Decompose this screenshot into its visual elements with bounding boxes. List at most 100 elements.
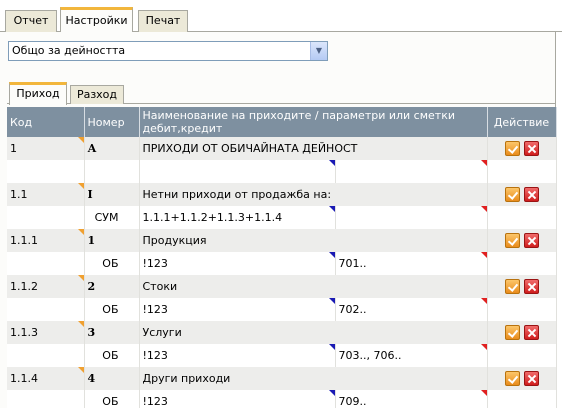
subrow-code	[7, 298, 85, 321]
table-subrow: ОБ !123 701..	[7, 252, 557, 275]
subrow-type: ОБ	[84, 344, 140, 367]
chevron-down-icon[interactable]: ▼	[310, 42, 327, 60]
subrow-type: СУМ	[84, 206, 140, 229]
subrow-actions	[487, 298, 557, 321]
edit-marker	[77, 229, 84, 235]
row-name[interactable]: Стоки	[139, 275, 488, 298]
row-number[interactable]: I	[84, 183, 140, 206]
debit-field[interactable]: 1.1.1+1.1.2+1.1.3+1.1.4	[140, 206, 336, 229]
income-table: Код Номер Наименование на приходите / па…	[7, 107, 557, 408]
debit-field[interactable]: !123	[140, 344, 336, 367]
checkmark-icon[interactable]	[504, 371, 520, 386]
credit-marker	[480, 252, 487, 258]
subrow-type	[84, 160, 140, 183]
row-number[interactable]: А	[84, 137, 140, 160]
column-header-code: Код	[7, 107, 85, 137]
close-icon[interactable]	[523, 279, 539, 294]
top-tab-bar: Отчет Настройки Печат	[0, 0, 562, 33]
row-actions	[487, 183, 557, 206]
debit-marker	[328, 160, 335, 166]
table-row: 1.1.1 1 Продукция	[7, 229, 557, 252]
column-header-number: Номер	[84, 107, 140, 137]
credit-marker	[480, 390, 487, 396]
tab-print[interactable]: Печат	[138, 10, 188, 32]
tab-expense[interactable]: Разход	[70, 85, 124, 104]
row-name[interactable]: Продукция	[139, 229, 488, 252]
column-header-action: Действие	[487, 107, 557, 137]
subrow-actions	[487, 252, 557, 275]
row-code[interactable]: 1.1	[7, 183, 85, 206]
sub-tab-bar: Приход Разход	[7, 82, 556, 105]
close-icon[interactable]	[523, 141, 539, 156]
subrow-code	[7, 390, 85, 408]
close-icon[interactable]	[523, 233, 539, 248]
subrow-code	[7, 252, 85, 275]
checkmark-icon[interactable]	[504, 233, 520, 248]
credit-marker	[480, 206, 487, 212]
table-subrow: СУМ 1.1.1+1.1.2+1.1.3+1.1.4	[7, 206, 557, 229]
table-subrow: ОБ !123 702..	[7, 298, 557, 321]
tab-report[interactable]: Отчет	[5, 10, 57, 32]
tab-settings[interactable]: Настройки	[60, 7, 133, 33]
activity-select[interactable]: Общо за дейността ▼	[8, 41, 328, 61]
debit-field[interactable]: !123	[140, 390, 336, 408]
credit-field[interactable]	[336, 160, 487, 183]
edit-marker	[77, 137, 84, 143]
row-code[interactable]: 1.1.3	[7, 321, 85, 344]
debit-marker	[328, 298, 335, 304]
debit-marker	[328, 206, 335, 212]
debit-field[interactable]	[140, 160, 336, 183]
close-icon[interactable]	[523, 371, 539, 386]
table-row: 1.1.2 2 Стоки	[7, 275, 557, 298]
table-row: 1.1.4 4 Други приходи	[7, 367, 557, 390]
close-icon[interactable]	[523, 325, 539, 340]
credit-field[interactable]	[336, 206, 487, 229]
row-name[interactable]: Услуги	[139, 321, 488, 344]
subrow-code	[7, 344, 85, 367]
table-row: 1.1.3 3 Услуги	[7, 321, 557, 344]
row-code[interactable]: 1	[7, 137, 85, 160]
row-code[interactable]: 1.1.4	[7, 367, 85, 390]
row-code[interactable]: 1.1.2	[7, 275, 85, 298]
checkmark-icon[interactable]	[504, 141, 520, 156]
table-subrow: ОБ !123 709..	[7, 390, 557, 408]
row-actions	[487, 321, 557, 344]
subrow-actions	[487, 206, 557, 229]
debit-marker	[328, 390, 335, 396]
credit-field[interactable]: 703.., 706..	[336, 344, 487, 367]
subrow-accounts: 1.1.1+1.1.2+1.1.3+1.1.4	[139, 206, 488, 229]
subrow-accounts: !123 702..	[139, 298, 488, 321]
row-code[interactable]: 1.1.1	[7, 229, 85, 252]
row-actions	[487, 367, 557, 390]
checkmark-icon[interactable]	[504, 187, 520, 202]
edit-marker	[77, 183, 84, 189]
subrow-type: ОБ	[84, 390, 140, 408]
table-row: 1.1 I Нетни приходи от продажба на:	[7, 183, 557, 206]
subrow-actions	[487, 160, 557, 183]
row-number[interactable]: 4	[84, 367, 140, 390]
subrow-accounts: !123 701..	[139, 252, 488, 275]
row-name[interactable]: ПРИХОДИ ОТ ОБИЧАЙНАТА ДЕЙНОСТ	[139, 137, 488, 160]
credit-marker	[480, 298, 487, 304]
row-number[interactable]: 1	[84, 229, 140, 252]
row-name[interactable]: Други приходи	[139, 367, 488, 390]
close-icon[interactable]	[523, 187, 539, 202]
tab-income[interactable]: Приход	[9, 82, 67, 105]
credit-field[interactable]: 709..	[336, 390, 487, 408]
row-number[interactable]: 2	[84, 275, 140, 298]
checkmark-icon[interactable]	[504, 279, 520, 294]
credit-field[interactable]: 702..	[336, 298, 487, 321]
subrow-accounts	[139, 160, 488, 183]
row-number[interactable]: 3	[84, 321, 140, 344]
row-name[interactable]: Нетни приходи от продажба на:	[139, 183, 488, 206]
activity-select-value: Общо за дейността	[12, 44, 126, 57]
credit-field[interactable]: 701..	[336, 252, 487, 275]
column-header-name: Наименование на приходите / параметри ил…	[139, 107, 488, 137]
edit-marker	[77, 367, 84, 373]
table-subrow	[7, 160, 557, 183]
subrow-accounts: !123 709..	[139, 390, 488, 408]
checkmark-icon[interactable]	[504, 325, 520, 340]
debit-field[interactable]: !123	[140, 252, 336, 275]
table-subrow: ОБ !123 703.., 706..	[7, 344, 557, 367]
debit-field[interactable]: !123	[140, 298, 336, 321]
